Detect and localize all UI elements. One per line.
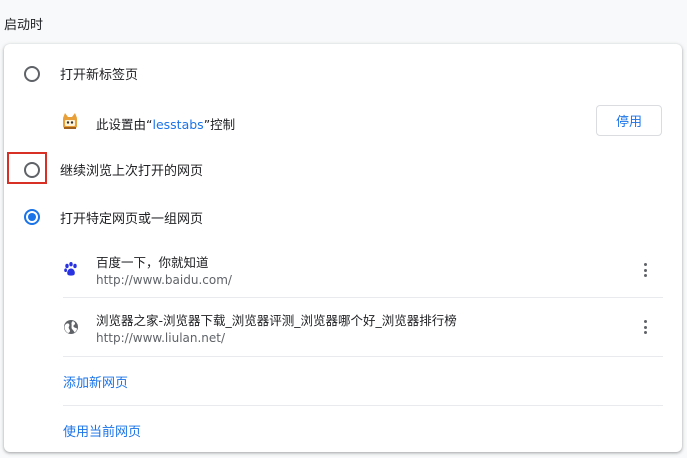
radio-specific-pages[interactable] <box>24 209 40 225</box>
extension-icon <box>63 113 77 129</box>
divider <box>63 356 663 357</box>
extension-name-link[interactable]: lesstabs <box>152 117 203 132</box>
option-new-tab-label[interactable]: 打开新标签页 <box>60 64 138 83</box>
page-url-2: http://www.liulan.net/ <box>96 331 226 345</box>
globe-icon <box>64 320 78 334</box>
page-url-1: http://www.baidu.com/ <box>96 273 232 287</box>
option-continue-label[interactable]: 继续浏览上次打开的网页 <box>60 160 203 179</box>
managed-suffix: ”控制 <box>203 117 236 132</box>
page-title-2: 浏览器之家-浏览器下载_浏览器评测_浏览器哪个好_浏览器排行榜 <box>96 313 457 328</box>
radio-continue[interactable] <box>24 162 40 178</box>
option-specific-pages-label[interactable]: 打开特定网页或一组网页 <box>60 208 203 227</box>
use-current-pages-link[interactable]: 使用当前网页 <box>63 421 141 440</box>
divider <box>63 297 663 298</box>
page-title-1: 百度一下，你就知道 <box>96 255 209 270</box>
add-new-page-link[interactable]: 添加新网页 <box>63 372 128 391</box>
more-actions-icon[interactable] <box>644 263 648 279</box>
section-title: 启动时 <box>4 18 44 33</box>
baidu-paw-icon <box>64 262 77 276</box>
disable-extension-button[interactable]: 停用 <box>596 105 662 136</box>
managed-by-extension-text: 此设置由“lesstabs”控制 <box>96 114 235 133</box>
more-actions-icon[interactable] <box>644 320 648 336</box>
divider <box>63 405 663 406</box>
managed-prefix: 此设置由“ <box>96 117 153 132</box>
radio-new-tab[interactable] <box>24 66 40 82</box>
